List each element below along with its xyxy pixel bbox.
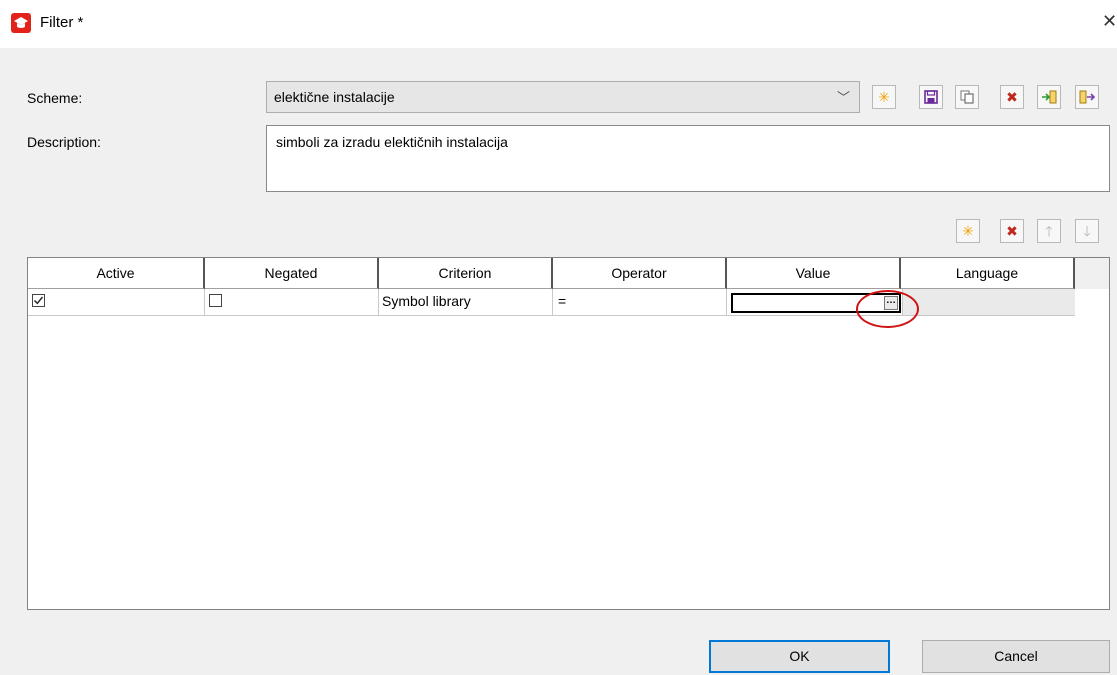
- scheme-dropdown[interactable]: elektične instalacije ﹀: [266, 81, 860, 113]
- arrow-down-icon: 🡓: [1083, 223, 1091, 239]
- scheme-label: Scheme:: [27, 90, 83, 106]
- ok-button[interactable]: OK: [709, 640, 890, 673]
- grid-cell-negated[interactable]: [205, 289, 379, 316]
- grid-cell-active[interactable]: [28, 289, 205, 316]
- column-header-active[interactable]: Active: [28, 258, 205, 289]
- save-scheme-button[interactable]: [919, 85, 943, 109]
- copy-icon: [960, 90, 974, 104]
- import-scheme-button[interactable]: [1037, 85, 1061, 109]
- description-label: Description:: [27, 134, 101, 150]
- column-header-negated[interactable]: Negated: [205, 258, 379, 289]
- app-icon: [11, 13, 31, 33]
- column-header-criterion[interactable]: Criterion: [379, 258, 553, 289]
- save-icon: [924, 90, 938, 104]
- title-bar: Filter * ✕: [0, 0, 1117, 48]
- add-row-button[interactable]: ✳: [956, 219, 980, 243]
- close-icon[interactable]: ✕: [1102, 11, 1117, 32]
- grid-cell-criterion[interactable]: Symbol library: [379, 289, 553, 316]
- export-icon: [1079, 90, 1095, 104]
- grid-cell-language[interactable]: [903, 289, 1075, 316]
- checkmark-icon: [34, 296, 44, 305]
- delete-icon: ✖: [1006, 223, 1018, 239]
- import-icon: [1042, 90, 1057, 104]
- header-filler: [1075, 258, 1109, 289]
- window-title: Filter *: [40, 14, 84, 31]
- sun-icon: ✳: [962, 223, 974, 239]
- negated-checkbox[interactable]: [209, 294, 222, 307]
- cancel-button[interactable]: Cancel: [922, 640, 1110, 673]
- scheme-value: elektične instalacije: [274, 89, 395, 105]
- description-value: simboli za izradu elektičnih instalacija: [276, 134, 508, 150]
- criteria-grid[interactable]: Active Negated Criterion Operator Value …: [27, 257, 1110, 610]
- chevron-down-icon: ﹀: [836, 90, 850, 105]
- description-field[interactable]: simboli za izradu elektičnih instalacija: [266, 125, 1110, 192]
- column-header-language[interactable]: Language: [901, 258, 1075, 289]
- export-scheme-button[interactable]: [1075, 85, 1099, 109]
- delete-scheme-button[interactable]: ✖: [1000, 85, 1024, 109]
- new-scheme-button[interactable]: ✳: [872, 85, 896, 109]
- delete-row-button[interactable]: ✖: [1000, 219, 1024, 243]
- copy-scheme-button[interactable]: [955, 85, 979, 109]
- column-header-value[interactable]: Value: [727, 258, 901, 289]
- column-header-operator[interactable]: Operator: [553, 258, 727, 289]
- grid-cell-operator[interactable]: =: [553, 289, 727, 316]
- move-up-button[interactable]: 🡑: [1037, 219, 1061, 243]
- active-checkbox[interactable]: [32, 294, 45, 307]
- move-down-button[interactable]: 🡓: [1075, 219, 1099, 243]
- sun-icon: ✳: [878, 89, 890, 105]
- delete-icon: ✖: [1006, 89, 1018, 105]
- arrow-up-icon: 🡑: [1045, 223, 1053, 239]
- highlight-annotation-ring: [856, 290, 919, 328]
